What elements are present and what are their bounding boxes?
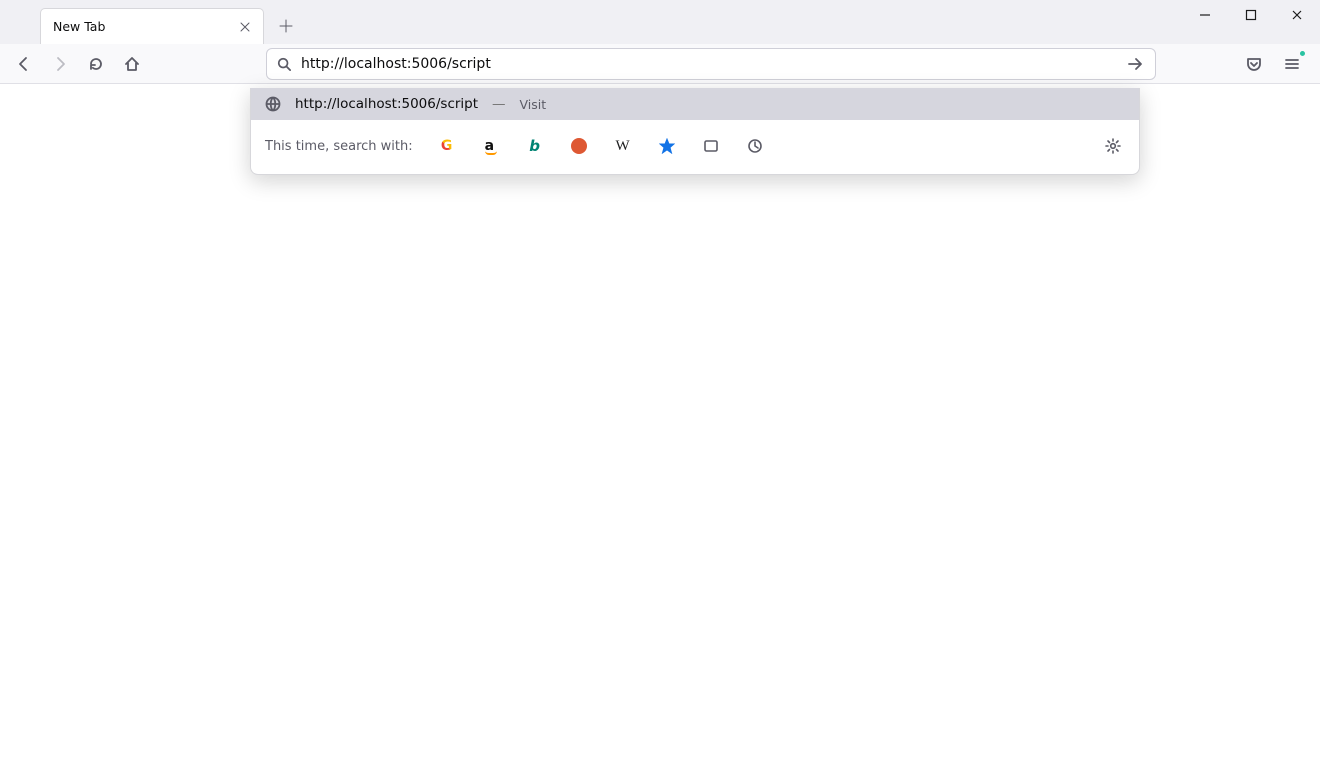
tab-title: New Tab xyxy=(53,19,235,34)
app-menu-button[interactable] xyxy=(1276,48,1308,80)
history-icon xyxy=(747,138,763,154)
plus-icon xyxy=(279,19,293,33)
close-icon xyxy=(1291,9,1303,21)
notification-dot-icon xyxy=(1299,50,1306,57)
urlbar-dropdown: http://localhost:5006/script — Visit Thi… xyxy=(250,88,1140,175)
gear-icon xyxy=(1105,138,1121,154)
address-input[interactable] xyxy=(301,56,1111,72)
search-settings-button[interactable] xyxy=(1101,134,1125,158)
window-controls xyxy=(1182,0,1320,44)
new-tab-button[interactable] xyxy=(272,12,300,40)
search-engine-amazon[interactable]: a xyxy=(481,136,501,156)
close-icon xyxy=(239,21,251,33)
search-engine-google[interactable]: G xyxy=(437,136,457,156)
arrow-left-icon xyxy=(16,56,32,72)
go-button[interactable] xyxy=(1121,50,1149,78)
amazon-icon: a xyxy=(485,138,497,155)
save-to-pocket-button[interactable] xyxy=(1238,48,1270,80)
tab-new-tab[interactable]: New Tab xyxy=(40,8,264,44)
globe-icon xyxy=(265,96,281,112)
suggestion-url: http://localhost:5006/script xyxy=(295,96,478,112)
reload-button[interactable] xyxy=(80,48,112,80)
nav-toolbar xyxy=(0,44,1320,84)
duckduckgo-icon xyxy=(571,138,587,154)
search-icon xyxy=(277,57,291,71)
suggestion-action: Visit xyxy=(520,97,547,112)
search-engine-bing[interactable]: b xyxy=(525,136,545,156)
suggestion-separator: — xyxy=(492,96,506,112)
search-engine-history[interactable] xyxy=(745,136,765,156)
forward-button[interactable] xyxy=(44,48,76,80)
search-with-label: This time, search with: xyxy=(265,139,413,154)
toolbar-right xyxy=(1238,48,1312,80)
search-engine-wikipedia[interactable]: W xyxy=(613,136,633,156)
window-close-button[interactable] xyxy=(1274,0,1320,30)
search-engine-list: G a b W xyxy=(437,136,765,156)
tab-close-button[interactable] xyxy=(235,17,255,37)
hamburger-icon xyxy=(1284,56,1300,72)
reload-icon xyxy=(88,56,104,72)
arrow-right-icon xyxy=(52,56,68,72)
window-maximize-button[interactable] xyxy=(1228,0,1274,30)
search-engine-tabs[interactable] xyxy=(701,136,721,156)
window-minimize-button[interactable] xyxy=(1182,0,1228,30)
search-engine-duckduckgo[interactable] xyxy=(569,136,589,156)
home-icon xyxy=(124,56,140,72)
pocket-icon xyxy=(1246,56,1262,72)
suggestion-row-visit[interactable]: http://localhost:5006/script — Visit xyxy=(251,88,1139,120)
back-button[interactable] xyxy=(8,48,40,80)
page-content xyxy=(0,84,1320,774)
url-bar[interactable] xyxy=(266,48,1156,80)
tabs-icon xyxy=(703,138,719,154)
search-engine-bookmarks[interactable] xyxy=(657,136,677,156)
one-off-search-row: This time, search with: G a b W xyxy=(251,120,1139,162)
arrow-right-icon xyxy=(1127,56,1143,72)
tab-strip: New Tab xyxy=(0,0,1320,44)
minimize-icon xyxy=(1199,9,1211,21)
maximize-icon xyxy=(1245,9,1257,21)
bookmark-star-icon xyxy=(659,138,675,154)
home-button[interactable] xyxy=(116,48,148,80)
